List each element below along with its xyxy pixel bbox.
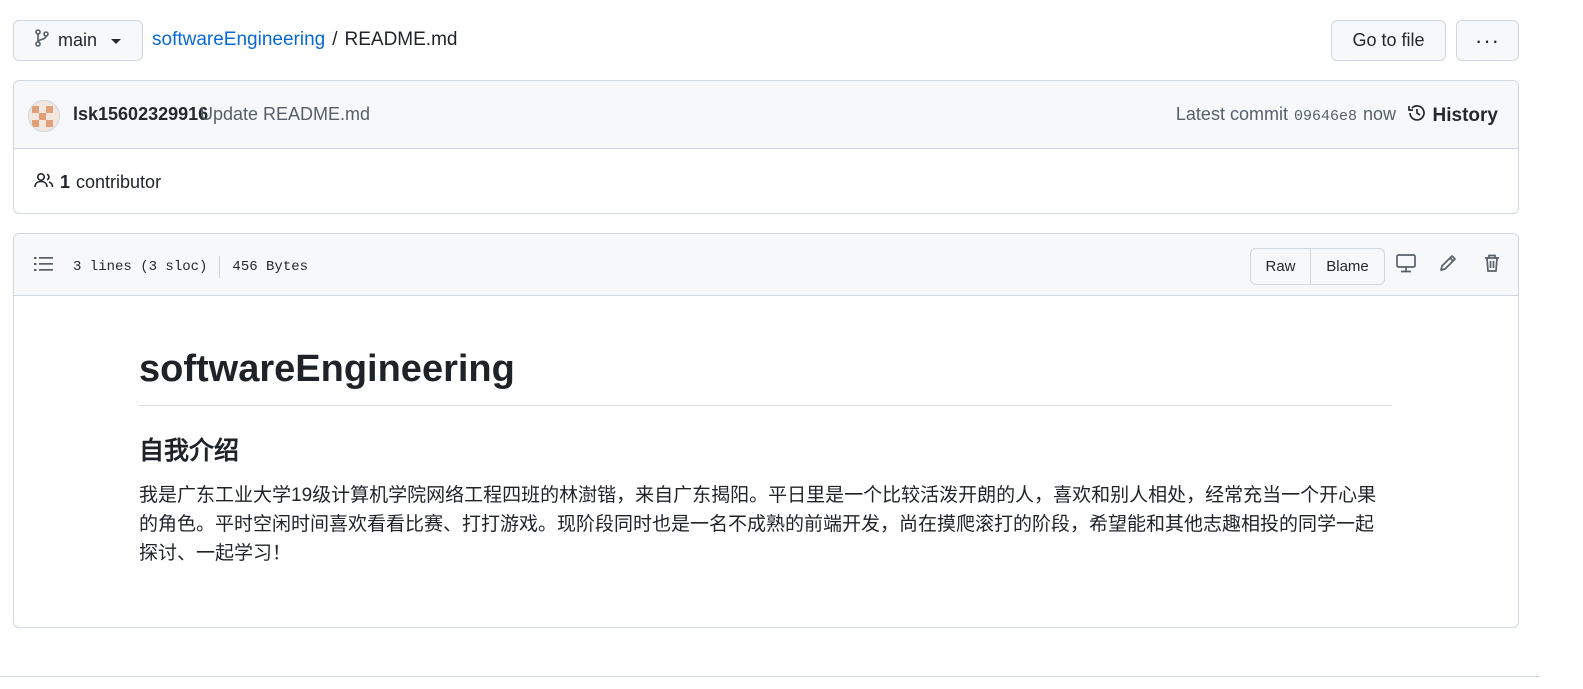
blame-button[interactable]: Blame	[1311, 249, 1384, 284]
breadcrumb-separator: /	[332, 29, 338, 50]
pencil-icon[interactable]	[1437, 252, 1459, 279]
latest-commit-label: Latest commit	[1175, 104, 1288, 124]
readme-section-heading: 自我介绍	[139, 437, 240, 465]
history-label: History	[1432, 105, 1498, 126]
breadcrumb-file: README.md	[344, 29, 458, 50]
breadcrumb-repo-link[interactable]: softwareEngineering	[152, 29, 325, 51]
breadcrumb: softwareEngineering / README.md	[152, 29, 457, 51]
commit-time: now	[1362, 104, 1396, 124]
divider	[0, 676, 1540, 677]
desktop-icon[interactable]	[1395, 252, 1417, 279]
list-icon[interactable]	[34, 255, 54, 278]
chevron-down-icon	[111, 39, 122, 44]
contributors-link[interactable]: 1 contributor	[34, 172, 161, 193]
history-icon	[1407, 103, 1427, 129]
trash-icon[interactable]	[1481, 252, 1503, 279]
file-meta: 3 lines (3 sloc) 456 Bytes	[73, 256, 308, 278]
contributor-count: 1	[60, 172, 71, 192]
file-size: 456 Bytes	[232, 259, 309, 275]
file-header: 3 lines (3 sloc) 456 Bytes Raw Blame	[14, 234, 1518, 296]
history-link[interactable]: History	[1407, 103, 1498, 129]
raw-blame-group: Raw Blame	[1250, 248, 1385, 285]
avatar[interactable]	[28, 100, 60, 132]
people-icon	[34, 172, 54, 193]
branch-selector-button[interactable]: main	[13, 20, 143, 61]
readme-title: softwareEngineering	[139, 339, 1392, 406]
file-viewer: 3 lines (3 sloc) 456 Bytes Raw Blame sof…	[13, 233, 1519, 628]
readme-content: softwareEngineering 自我介绍 我是广东工业大学19级计算机学…	[139, 339, 1392, 568]
latest-commit-row: lsk15602329916 Update README.md Latest c…	[14, 81, 1518, 149]
commit-info-box: lsk15602329916 Update README.md Latest c…	[13, 80, 1519, 214]
more-options-button[interactable]: ···	[1456, 20, 1519, 61]
contributor-label: contributor	[76, 172, 162, 192]
commit-message-link[interactable]: Update README.md	[200, 104, 370, 125]
git-branch-icon	[34, 29, 50, 52]
readme-paragraph: 我是广东工业大学19级计算机学院网络工程四班的林澍锴，来自广东揭阳。平日里是一个…	[139, 485, 1377, 564]
commit-author-link[interactable]: lsk15602329916	[73, 104, 208, 125]
latest-commit-info: Latest commit 09646e8 now	[1176, 104, 1396, 125]
divider	[219, 256, 221, 278]
go-to-file-button[interactable]: Go to file	[1331, 20, 1446, 61]
commit-sha-link[interactable]: 09646e8	[1294, 108, 1357, 125]
branch-name: main	[58, 30, 98, 50]
raw-button[interactable]: Raw	[1251, 249, 1311, 284]
file-lines: 3 lines (3 sloc)	[73, 259, 208, 275]
